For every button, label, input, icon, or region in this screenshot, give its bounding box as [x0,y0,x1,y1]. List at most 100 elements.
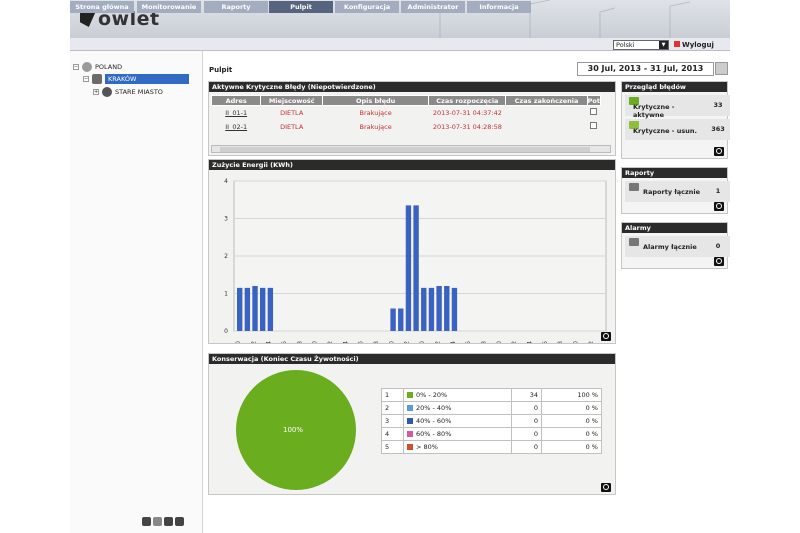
tree-node-poland[interactable]: − POLAND [73,62,122,72]
alarms-total-count: 0 [706,236,730,257]
energy-bar[interactable] [244,287,251,331]
alarms-title: Alarmy [622,223,727,233]
reports-title: Raporty [622,168,727,178]
tree-node-krakow[interactable]: − KRAKÓW [83,74,189,84]
zoom-icon[interactable] [714,202,724,211]
sidebar-toolbar [142,517,184,526]
district-icon [102,87,112,97]
alarms-total-label: Alarmy łącznie [643,243,697,251]
table-row[interactable]: II_01-1 DIETLA Brakujące 2013-07-31 04:3… [212,106,601,120]
expand-icon[interactable]: + [93,89,99,95]
alert-confirm-cell [587,106,600,120]
alert-address[interactable]: II_02-1 [212,120,261,134]
collapse-icon[interactable]: − [73,64,79,70]
table-row[interactable]: II_02-1 DIETLA Brakujące 2013-07-31 04:2… [212,120,601,134]
date-range-field[interactable]: 30 Jul, 2013 - 31 Jul, 2013 [577,62,714,76]
y-tick-label: 3 [224,216,228,223]
tab-monitoring[interactable]: Monitorowanie [137,1,201,13]
alert-confirm-cell [587,120,600,134]
energy-bar[interactable] [237,287,243,331]
legend-count: 34 [511,388,542,402]
tab-information[interactable]: Informacja [467,1,531,13]
language-select[interactable]: Polski ▼ [613,40,669,50]
language-value: Polski [616,41,635,49]
critical-alerts-title: Aktywne Krytyczne Błędy (Niepotwierdzone… [209,82,615,92]
tab-home[interactable]: Strona główna [70,1,134,13]
legend-range: 20% - 40% [403,401,512,415]
alert-end-time [506,106,587,120]
alert-end-time [506,120,587,134]
x-tick-label: 12 [511,341,518,343]
city-icon [92,74,102,84]
tree-label-krakow: KRAKÓW [105,74,189,84]
collapse-icon[interactable]: − [83,76,89,82]
scrollbar-thumb[interactable] [220,147,590,152]
col-confirm[interactable]: Pot [586,95,602,106]
energy-bar[interactable] [252,286,258,331]
refresh-icon[interactable] [142,517,151,526]
energy-bar[interactable] [428,287,435,331]
report-icon [629,183,639,191]
legend-percent: 0 % [541,427,602,441]
x-tick-label: 22 [588,341,595,343]
col-address[interactable]: Adres [210,95,262,106]
tab-dashboard[interactable]: Pulpit [269,1,333,13]
reports-panel: Raporty Raporty łącznie 1 [621,167,730,214]
x-tick-label: 06 [281,341,288,343]
legend-range-label: 0% - 20% [416,391,448,399]
x-tick-label: 10 [312,341,319,343]
alarms-total-item[interactable]: Alarmy łącznie [625,236,706,257]
zoom-icon[interactable] [714,147,724,156]
reports-total-item[interactable]: Raporty łącznie [625,181,706,202]
reports-total-label: Raporty łącznie [643,188,701,196]
logout-link[interactable]: Wyloguj [674,41,714,49]
view-icon[interactable] [164,517,173,526]
col-description[interactable]: Opis błędu [321,95,430,106]
energy-bar[interactable] [444,286,450,331]
zoom-icon[interactable] [601,332,611,341]
alert-address[interactable]: II_01-1 [212,106,261,120]
col-start-time[interactable]: Czas rozpoczęcia [428,95,507,106]
energy-bar[interactable] [398,308,404,332]
edit-icon[interactable] [175,517,184,526]
globe-icon [82,62,92,72]
energy-usage-title: Zużycie Energii (KWh) [209,160,615,170]
energy-bar[interactable] [436,286,442,331]
energy-bar[interactable] [405,205,412,331]
tree-label-poland: POLAND [95,63,123,71]
confirm-checkbox[interactable] [590,122,598,129]
x-tick-label: 10 [496,341,503,343]
app-window: owlet Strona główna Monitorowanie Raport… [70,0,730,533]
alert-start-time: 2013-07-31 04:37:42 [432,108,502,117]
tree-node-stare-miasto[interactable]: + STARE MIASTO [93,87,163,97]
energy-bar[interactable] [421,287,427,331]
y-tick-label: 1 [224,291,228,298]
chevron-down-icon[interactable]: ▼ [659,41,668,49]
tab-configuration[interactable]: Konfiguracja [335,1,399,13]
critical-removed-count: 363 [706,119,730,140]
col-place[interactable]: Miejscowość [260,95,323,106]
tab-reports[interactable]: Raporty [204,1,268,13]
critical-removed-item[interactable]: Krytyczne - usun. [625,119,706,140]
list-icon[interactable] [153,517,162,526]
legend-swatch [407,444,413,450]
energy-bar[interactable] [451,287,458,331]
legend-range-label: > 80% [416,443,438,451]
legend-swatch [407,405,413,411]
logout-label: Wyloguj [682,41,714,49]
zoom-icon[interactable] [714,257,724,266]
critical-active-item[interactable]: Krytyczne - aktywne [625,95,706,119]
col-end-time[interactable]: Czas zakończenia [505,95,588,106]
energy-bar[interactable] [413,205,419,331]
critical-active-label: Krytyczne - aktywne [633,103,675,119]
energy-bar[interactable] [267,287,274,331]
energy-bar[interactable] [260,287,266,331]
calendar-icon[interactable] [715,62,728,75]
energy-bar[interactable] [390,308,396,332]
legend-count: 0 [511,401,542,415]
confirm-checkbox[interactable] [590,108,598,116]
tab-administrator[interactable]: Administrator [401,1,465,13]
zoom-icon[interactable] [601,483,611,492]
horizontal-scrollbar[interactable] [211,145,611,153]
location-tree-sidebar: − POLAND − KRAKÓW + STARE MIASTO [70,51,203,533]
